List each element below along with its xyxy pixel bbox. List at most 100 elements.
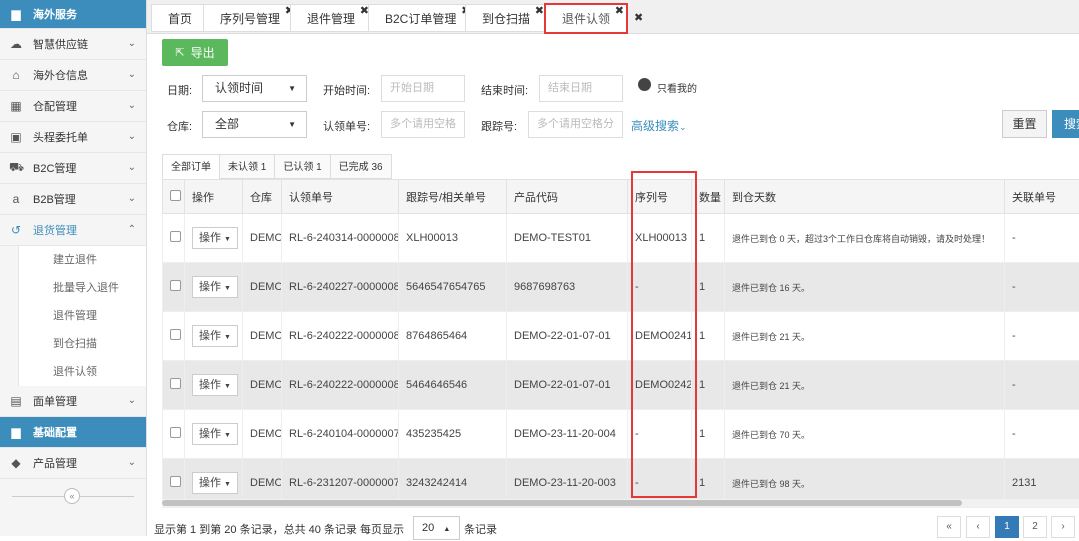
- product-cell: DEMO-22-01-07-01: [507, 312, 628, 361]
- op-label: 操作: [199, 477, 221, 489]
- tab-return-management[interactable]: 退件管理✖: [290, 4, 372, 32]
- sidebar-subitem-scan[interactable]: 到仓扫描: [18, 330, 146, 358]
- row-checkbox[interactable]: [170, 476, 181, 487]
- op-label: 操作: [199, 330, 221, 342]
- horizontal-scrollbar[interactable]: [162, 499, 1079, 507]
- sidebar-item-warehouse-info[interactable]: ⌂ 海外仓信息 ⌄: [0, 60, 146, 91]
- sidebar-item-label: 海外仓信息: [33, 67, 88, 83]
- tab-warehouse-scan[interactable]: 到仓扫描✖: [465, 4, 547, 32]
- advanced-search-link[interactable]: 高级搜索⌄: [631, 117, 687, 134]
- select-all-checkbox[interactable]: [170, 190, 181, 201]
- tracking-input[interactable]: 多个请用空格分: [528, 111, 623, 138]
- claim-no-cell: RL-6-240314-00000083: [282, 214, 399, 263]
- warehouse-value: 全部: [215, 117, 239, 131]
- op-dropdown-button[interactable]: 操作▼: [192, 423, 238, 445]
- pagination-summary: 显示第 1 到第 20 条记录，总共 40 条记录 每页显示: [154, 521, 404, 537]
- date-label: 日期:: [167, 82, 192, 98]
- row-checkbox[interactable]: [170, 329, 181, 340]
- sidebar-subitem-return-management[interactable]: 退件管理: [18, 302, 146, 330]
- row-checkbox[interactable]: [170, 378, 181, 389]
- collapse-sidebar-button[interactable]: «: [64, 488, 80, 504]
- sidebar-item-label: B2B管理: [33, 191, 76, 207]
- sidebar-item-label: 面单管理: [33, 393, 77, 409]
- end-date-input[interactable]: 结束日期: [539, 75, 623, 102]
- close-all-icon[interactable]: ✖: [634, 11, 643, 24]
- tab-b2c-orders[interactable]: B2C订单管理✖: [368, 4, 473, 32]
- sidebar-item-label: 基础配置: [33, 424, 77, 440]
- row-checkbox[interactable]: [170, 280, 181, 291]
- caret-down-icon: ▼: [224, 481, 231, 488]
- close-icon[interactable]: ✖: [535, 0, 544, 25]
- chevron-down-icon: ⌄: [128, 131, 136, 142]
- page-2-button[interactable]: 2: [1023, 516, 1047, 538]
- mine-only-radio[interactable]: [638, 78, 651, 91]
- op-dropdown-button[interactable]: 操作▼: [192, 325, 238, 347]
- row-checkbox[interactable]: [170, 231, 181, 242]
- related-cell: -: [1005, 410, 1079, 459]
- op-dropdown-button[interactable]: 操作▼: [192, 227, 238, 249]
- next-page-button[interactable]: ›: [1051, 516, 1075, 538]
- tracking-cell: XLH00013: [399, 214, 507, 263]
- row-checkbox-cell: [163, 312, 185, 361]
- sidebar-item-label-management[interactable]: ▤ 面单管理 ⌄: [0, 386, 146, 417]
- sidebar-item-base-config[interactable]: ▆ 基础配置: [0, 417, 146, 448]
- op-dropdown-button[interactable]: 操作▼: [192, 472, 238, 494]
- sidebar-item-b2b[interactable]: a B2B管理 ⌄: [0, 184, 146, 215]
- sidebar-subitem-batch-import[interactable]: 批量导入退件: [18, 274, 146, 302]
- status-tab-completed[interactable]: 已完成 36: [330, 154, 392, 179]
- page-size-suffix: 条记录: [464, 521, 497, 537]
- tab-return-claim[interactable]: 退件认领✖: [544, 3, 628, 34]
- sidebar-item-b2c[interactable]: ⛟ B2C管理 ⌄: [0, 153, 146, 184]
- first-page-button[interactable]: «: [937, 516, 961, 538]
- tab-home[interactable]: 首页: [151, 4, 209, 32]
- op-dropdown-button[interactable]: 操作▼: [192, 276, 238, 298]
- chevron-down-icon: ⌄: [128, 162, 136, 173]
- page-1-button[interactable]: 1: [995, 516, 1019, 538]
- page-size-select[interactable]: 20 ▲: [413, 516, 460, 540]
- sidebar-item-label: 退货管理: [33, 222, 77, 238]
- sidebar-item-smart-supply[interactable]: ☁ 智慧供应链 ⌄: [0, 29, 146, 60]
- reset-button[interactable]: 重置: [1002, 110, 1047, 138]
- op-cell: 操作▼: [185, 361, 243, 410]
- sidebar-item-product-management[interactable]: ◆ 产品管理 ⌄: [0, 448, 146, 479]
- table-row: 操作▼ DEMO RL-6-240227-00000082 5646547654…: [163, 263, 1079, 312]
- sidebar-subitem-claim[interactable]: 退件认领: [18, 358, 146, 386]
- sidebar-item-first-leg[interactable]: ▣ 头程委托单 ⌄: [0, 122, 146, 153]
- sidebar-item-returns[interactable]: ↺ 退货管理 ⌃: [0, 215, 146, 246]
- search-button[interactable]: 搜索: [1052, 110, 1079, 138]
- close-icon[interactable]: ✖: [615, 0, 624, 25]
- prev-page-button[interactable]: ‹: [966, 516, 990, 538]
- sidebar-item-overseas-service[interactable]: ▆ 海外服务: [0, 0, 146, 29]
- chevron-down-icon: ⌄: [128, 457, 136, 468]
- select-all-cell: [163, 180, 185, 214]
- status-tab-unclaimed[interactable]: 未认领 1: [219, 154, 275, 179]
- claim-no-cell: RL-6-240227-00000082: [282, 263, 399, 312]
- claim-no-label: 认领单号:: [323, 118, 370, 134]
- related-cell: -: [1005, 361, 1079, 410]
- folder-icon: ▆: [9, 7, 23, 21]
- export-button[interactable]: ⇱ 导出: [162, 39, 228, 66]
- sidebar-item-label: 海外服务: [33, 6, 77, 22]
- status-tab-all[interactable]: 全部订单: [162, 154, 220, 179]
- scrollbar-thumb[interactable]: [162, 500, 962, 506]
- qty-cell: 1: [692, 263, 725, 312]
- days-cell: 退件已到仓 0 天，超过3个工作日仓库将自动销毁，请及时处理！: [725, 214, 1005, 263]
- row-checkbox[interactable]: [170, 427, 181, 438]
- warehouse-label: 仓库:: [167, 118, 192, 134]
- claim-no-cell: RL-6-240222-00000081: [282, 312, 399, 361]
- claim-no-input[interactable]: 多个请用空格: [381, 111, 465, 138]
- status-tab-claimed[interactable]: 已认领 1: [274, 154, 330, 179]
- warehouse-cell: DEMO: [243, 312, 282, 361]
- start-date-input[interactable]: 开始日期: [381, 75, 465, 102]
- briefcase-icon: ▣: [9, 130, 23, 144]
- date-type-select[interactable]: 认领时间 ▼: [202, 75, 307, 102]
- tab-serial-management[interactable]: 序列号管理✖: [203, 4, 297, 32]
- days-cell: 退件已到仓 16 天。: [725, 263, 1005, 312]
- sidebar-subitem-create-return[interactable]: 建立退件: [18, 246, 146, 274]
- sidebar-item-fulfillment[interactable]: ▦ 仓配管理 ⌄: [0, 91, 146, 122]
- days-cell: 退件已到仓 70 天。: [725, 410, 1005, 459]
- header-qty: 数量: [692, 180, 725, 214]
- home-icon: ⌂: [9, 68, 23, 82]
- op-dropdown-button[interactable]: 操作▼: [192, 374, 238, 396]
- warehouse-select[interactable]: 全部 ▼: [202, 111, 307, 138]
